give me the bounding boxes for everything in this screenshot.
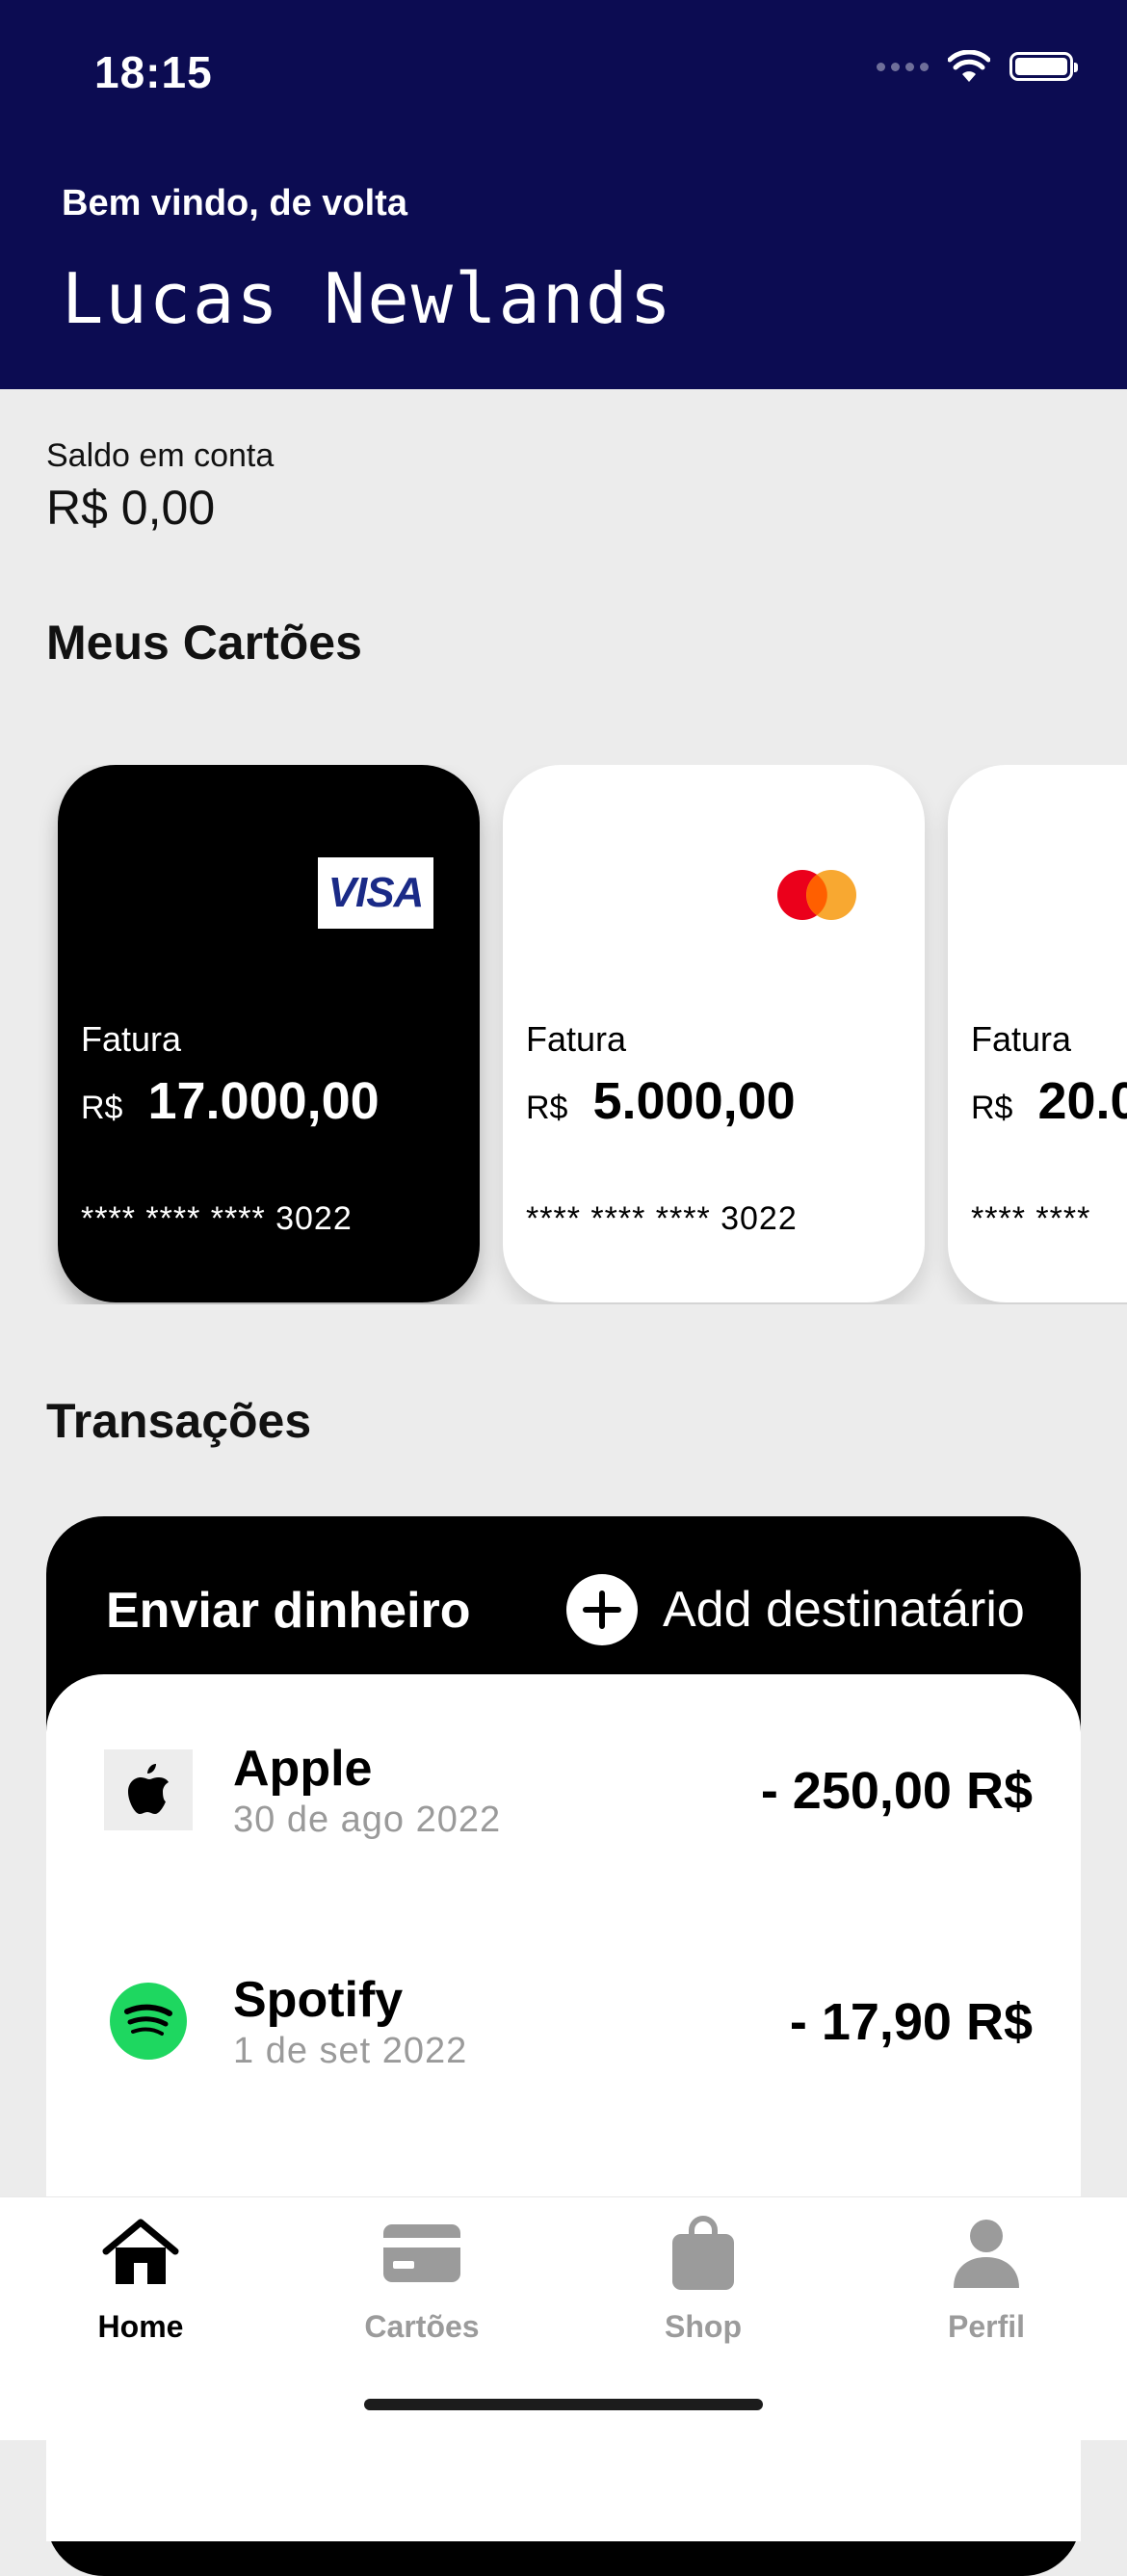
transaction-amount: - 17,90 R$ (789, 1993, 1033, 2051)
card-currency: R$ (971, 1090, 1013, 1126)
status-time: 18:15 (94, 47, 213, 97)
apple-icon (104, 1749, 193, 1830)
transaction-name: Apple (233, 1741, 373, 1797)
tab-shop[interactable]: Shop (616, 2213, 790, 2345)
bag-icon (672, 2216, 734, 2290)
card-currency: R$ (81, 1090, 123, 1126)
transaction-name: Spotify (233, 1972, 404, 2028)
transactions-section-title: Transações (46, 1394, 312, 1448)
user-name: Lucas Newlands (62, 258, 673, 339)
card-amount-value: 17.000,00 (147, 1072, 380, 1130)
wifi-icon (948, 50, 990, 82)
transaction-row-spotify[interactable]: Spotify 1 de set 2022 - 17,90 R$ (46, 1948, 1081, 2083)
card-amount-value: 5.000,00 (592, 1072, 796, 1130)
transaction-date: 30 de ago 2022 (233, 1800, 502, 1840)
home-icon (102, 2219, 179, 2284)
credit-card-mastercard[interactable]: Fatura R$ 5.000,00 **** **** **** 3022 (503, 765, 925, 1302)
status-icons (877, 50, 1078, 83)
tab-label: Perfil (947, 2309, 1026, 2344)
balance-label: Saldo em conta (46, 437, 275, 474)
welcome-text: Bem vindo, de volta (62, 183, 407, 223)
card-currency: R$ (526, 1090, 568, 1126)
transaction-row-apple[interactable]: Apple 30 de ago 2022 - 250,00 R$ (46, 1717, 1081, 1852)
card-amount: R$ 20.0 (971, 1071, 1127, 1131)
add-recipient-label: Add destinatário (663, 1582, 1025, 1638)
credit-card-third[interactable]: Fatura R$ 20.0 **** **** (948, 765, 1127, 1302)
card-amount: R$ 17.000,00 (81, 1071, 380, 1131)
battery-icon (1009, 52, 1078, 81)
spotify-icon (104, 1981, 193, 2062)
card-number: **** **** **** 3022 (526, 1200, 798, 1237)
mastercard-logo (777, 870, 856, 920)
tab-home[interactable]: Home (54, 2213, 227, 2345)
add-recipient-button[interactable]: Add destinatário (566, 1574, 1025, 1645)
tab-cards[interactable]: Cartões (335, 2213, 509, 2345)
cards-carousel[interactable]: VISA Fatura R$ 17.000,00 **** **** **** … (0, 765, 1127, 1304)
cards-section-title: Meus Cartões (46, 616, 362, 670)
transaction-amount: - 250,00 R$ (760, 1762, 1033, 1820)
credit-card-visa[interactable]: VISA Fatura R$ 17.000,00 **** **** **** … (58, 765, 480, 1302)
person-icon (954, 2220, 1019, 2288)
card-amount-value: 20.0 (1037, 1072, 1127, 1130)
card-icon (383, 2224, 460, 2282)
tab-label: Shop (665, 2309, 742, 2344)
card-number: **** **** **** 3022 (81, 1200, 353, 1237)
home-indicator[interactable] (364, 2399, 763, 2410)
card-label: Fatura (526, 1019, 627, 1059)
tab-profile[interactable]: Perfil (900, 2213, 1073, 2345)
card-amount: R$ 5.000,00 (526, 1071, 796, 1131)
card-label: Fatura (971, 1019, 1072, 1059)
tab-label: Cartões (364, 2309, 480, 2344)
tab-label: Home (97, 2309, 184, 2344)
plus-icon (566, 1574, 638, 1645)
signal-icon (877, 62, 929, 71)
header: 18:15 Bem vindo, de volta Lucas Newlands (0, 0, 1127, 389)
transaction-date: 1 de set 2022 (233, 2031, 468, 2071)
card-label: Fatura (81, 1019, 182, 1059)
balance-value: R$ 0,00 (46, 481, 216, 535)
send-money-button[interactable]: Enviar dinheiro (106, 1582, 471, 1640)
visa-logo: VISA (318, 857, 433, 929)
card-number: **** **** (971, 1200, 1091, 1237)
